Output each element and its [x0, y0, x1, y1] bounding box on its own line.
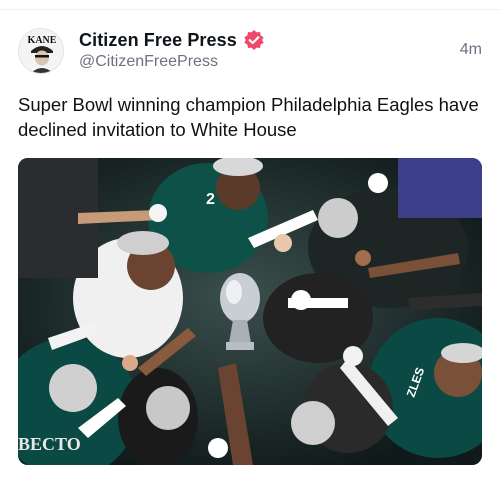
verified-badge-icon [243, 29, 265, 51]
post-text: Super Bowl winning champion Philadelphia… [18, 94, 479, 140]
svg-text:2: 2 [206, 191, 215, 208]
eagles-celebration-photo: 2 ZLES BECTO [18, 158, 482, 465]
avatar-logo-text: KANE [28, 35, 57, 46]
avatar-logo: KANE [19, 29, 63, 73]
divider [0, 9, 500, 10]
author-handle[interactable]: @CitizenFreePress [79, 53, 218, 71]
post-image[interactable]: 2 ZLES BECTO [18, 158, 482, 465]
author-avatar[interactable]: KANE [18, 28, 64, 74]
jersey-lettering: BECTO [18, 434, 81, 454]
post-timestamp[interactable]: 4m [460, 41, 482, 59]
author-name[interactable]: Citizen Free Press [79, 30, 237, 51]
post-card[interactable]: KANE Citizen Free Press @CitizenFreePres… [0, 0, 500, 487]
